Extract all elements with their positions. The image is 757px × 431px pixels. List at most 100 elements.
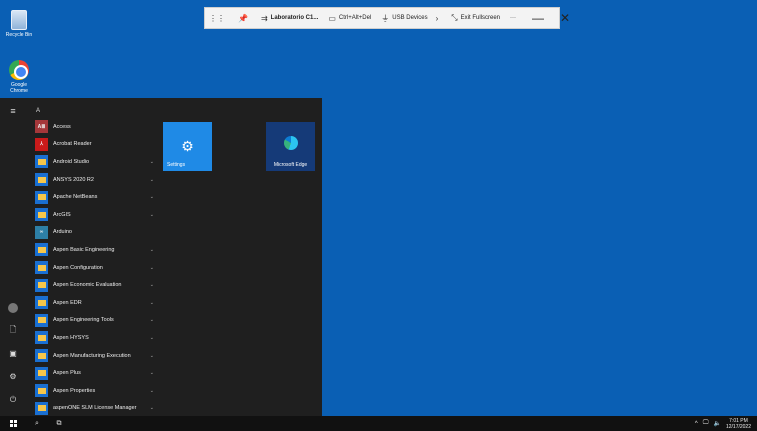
chevron-down-icon: ⌄ — [149, 211, 154, 218]
chevron-right-icon: › — [435, 13, 439, 23]
remote-session-toolbar: ⋮⋮ 📌 ⇉ Laboratorio C1... ▭ Ctrl+Alt+Del … — [204, 7, 570, 29]
app-label: Aspen Engineering Tools — [53, 317, 114, 324]
app-list-item[interactable]: Aspen Engineering Tools ⌄ — [30, 312, 158, 330]
app-list-item[interactable]: ArcGIS ⌄ — [30, 206, 158, 224]
pictures-button[interactable]: ▣ — [9, 342, 17, 365]
settings-tile[interactable]: ⚙ Settings — [163, 122, 212, 171]
task-view-button[interactable]: ⧉ — [48, 420, 70, 428]
pictures-icon: ▣ — [9, 349, 17, 358]
usb-devices-button[interactable]: ⏚ USB Devices › — [381, 13, 441, 24]
app-list-item[interactable]: ∞ Arduino — [30, 224, 158, 242]
chevron-down-icon: ⌄ — [149, 176, 154, 183]
app-icon — [35, 296, 48, 310]
app-list-item[interactable]: Aspen Economic Evaluation ⌄ — [30, 276, 158, 294]
app-label: Access — [53, 123, 71, 130]
documents-button[interactable]: 🗋 — [10, 319, 16, 342]
app-list-item[interactable]: ANSYS 2020 R2 ⌄ — [30, 171, 158, 189]
pin-button[interactable]: 📌 — [238, 14, 251, 23]
more-button[interactable]: ··· — [510, 15, 516, 21]
app-label: Aspen Plus — [53, 370, 81, 377]
app-label: aspenONE SLM License Manager — [53, 405, 137, 412]
chevron-down-icon: ⌄ — [149, 317, 154, 324]
chevron-down-icon: ⌄ — [149, 352, 154, 359]
app-label: Aspen Manufacturing Execution — [53, 352, 131, 359]
chevron-down-icon: ⌄ — [149, 246, 154, 253]
app-label: Aspen EDR — [53, 299, 82, 306]
settings-rail-button[interactable]: ⚙ — [9, 365, 16, 388]
app-list-item[interactable]: Apache NetBeans ⌄ — [30, 188, 158, 206]
app-icon — [35, 331, 48, 345]
app-list-item[interactable]: aspenONE SLM License Manager ⌄ — [30, 400, 158, 418]
connection-icon: ⇉ — [260, 13, 268, 23]
keyboard-icon: ▭ — [328, 13, 336, 23]
clock-time: 7:01 PM — [729, 417, 748, 424]
app-icon — [35, 313, 48, 327]
system-tray: ^ 🖵 🔈 7:01 PM 12/17/2022 — [695, 416, 751, 431]
chevron-down-icon: ⌄ — [149, 194, 154, 201]
search-button[interactable]: ⌕ — [26, 420, 48, 428]
close-button[interactable]: ✕ — [560, 11, 570, 25]
chevron-down-icon: ⌄ — [149, 299, 154, 306]
recycle-bin-label: Recycle Bin — [5, 32, 33, 38]
start-menu: ≡ 🗋 ▣ ⚙ ⏻ A A≣ Access ⅄ Acrobat Reader Andro… — [0, 98, 322, 416]
ctrl-alt-del-button[interactable]: ▭ Ctrl+Alt+Del — [328, 14, 371, 23]
app-list-item[interactable]: Aspen Manufacturing Execution ⌄ — [30, 347, 158, 365]
app-list-item[interactable]: Aspen Properties ⌄ — [30, 382, 158, 400]
chevron-down-icon: ⌄ — [149, 282, 154, 289]
volume-icon[interactable]: 🔈 — [713, 420, 720, 427]
chevron-down-icon: ⌄ — [149, 370, 154, 377]
exit-fullscreen-button[interactable]: ⤡ Exit Fullscreen — [451, 13, 500, 23]
chevron-down-icon: ⌄ — [149, 158, 154, 165]
app-list-item[interactable]: Aspen Basic Engineering ⌄ — [30, 241, 158, 259]
hamburger-menu-icon[interactable]: ≡ — [10, 106, 15, 116]
edge-icon — [283, 136, 298, 150]
letter-header[interactable]: A — [30, 104, 158, 118]
app-list-item[interactable]: Aspen Plus ⌄ — [30, 364, 158, 382]
app-list-item[interactable]: ⅄ Acrobat Reader — [30, 136, 158, 154]
chevron-down-icon: ⌄ — [149, 264, 154, 271]
chrome-desktop-icon[interactable]: Google Chrome — [4, 60, 34, 94]
usb-icon: ⏚ — [381, 13, 390, 23]
app-icon: ∞ — [35, 225, 48, 239]
edge-tile[interactable]: Microsoft Edge — [266, 122, 315, 171]
app-icon — [35, 278, 48, 292]
app-icon — [35, 243, 48, 257]
start-button[interactable] — [0, 420, 26, 427]
drag-handle[interactable]: ⋮⋮ — [209, 14, 228, 23]
document-icon: 🗋 — [9, 324, 17, 334]
power-button[interactable]: ⏻ — [10, 388, 16, 411]
app-label: Aspen Economic Evaluation — [53, 282, 122, 289]
user-avatar-icon — [8, 302, 18, 313]
app-icon — [35, 173, 48, 187]
settings-tile-label: Settings — [167, 162, 186, 168]
app-label: ANSYS 2020 R2 — [53, 176, 94, 183]
app-icon — [35, 349, 48, 363]
edge-tile-label: Microsoft Edge — [273, 162, 308, 168]
app-label: Aspen Configuration — [53, 264, 103, 271]
app-list-item[interactable]: Aspen EDR ⌄ — [30, 294, 158, 312]
taskbar: ⌕ ⧉ ^ 🖵 🔈 7:01 PM 12/17/2022 — [0, 416, 757, 431]
clock[interactable]: 7:01 PM 12/17/2022 — [726, 418, 751, 430]
chevron-up-icon[interactable]: ^ — [695, 421, 698, 427]
app-label: Aspen HYSYS — [53, 334, 89, 341]
app-icon — [35, 261, 48, 275]
chrome-icon — [9, 60, 29, 80]
recycle-bin-desktop-icon[interactable]: Recycle Bin — [4, 10, 34, 38]
app-label: Aspen Properties — [53, 387, 96, 394]
network-icon[interactable]: 🖵 — [703, 420, 709, 427]
app-label: Apache NetBeans — [53, 194, 98, 201]
start-rail: ≡ 🗋 ▣ ⚙ ⏻ — [0, 98, 26, 416]
app-list-item[interactable]: Aspen HYSYS ⌄ — [30, 329, 158, 347]
user-account-button[interactable] — [8, 296, 18, 319]
app-icon — [35, 366, 48, 380]
connection-name[interactable]: ⇉ Laboratorio C1... — [261, 14, 318, 23]
app-label: Acrobat Reader — [53, 141, 92, 148]
recycle-bin-icon — [11, 10, 27, 30]
app-list-item[interactable]: A≣ Access — [30, 118, 158, 136]
app-label: Aspen Basic Engineering — [53, 246, 115, 253]
app-list-item[interactable]: Aspen Configuration ⌄ — [30, 259, 158, 277]
task-view-icon: ⧉ — [56, 419, 62, 427]
app-icon — [35, 384, 48, 398]
minimize-button[interactable]: — — [532, 11, 544, 25]
app-list-item[interactable]: Android Studio ⌄ — [30, 153, 158, 171]
